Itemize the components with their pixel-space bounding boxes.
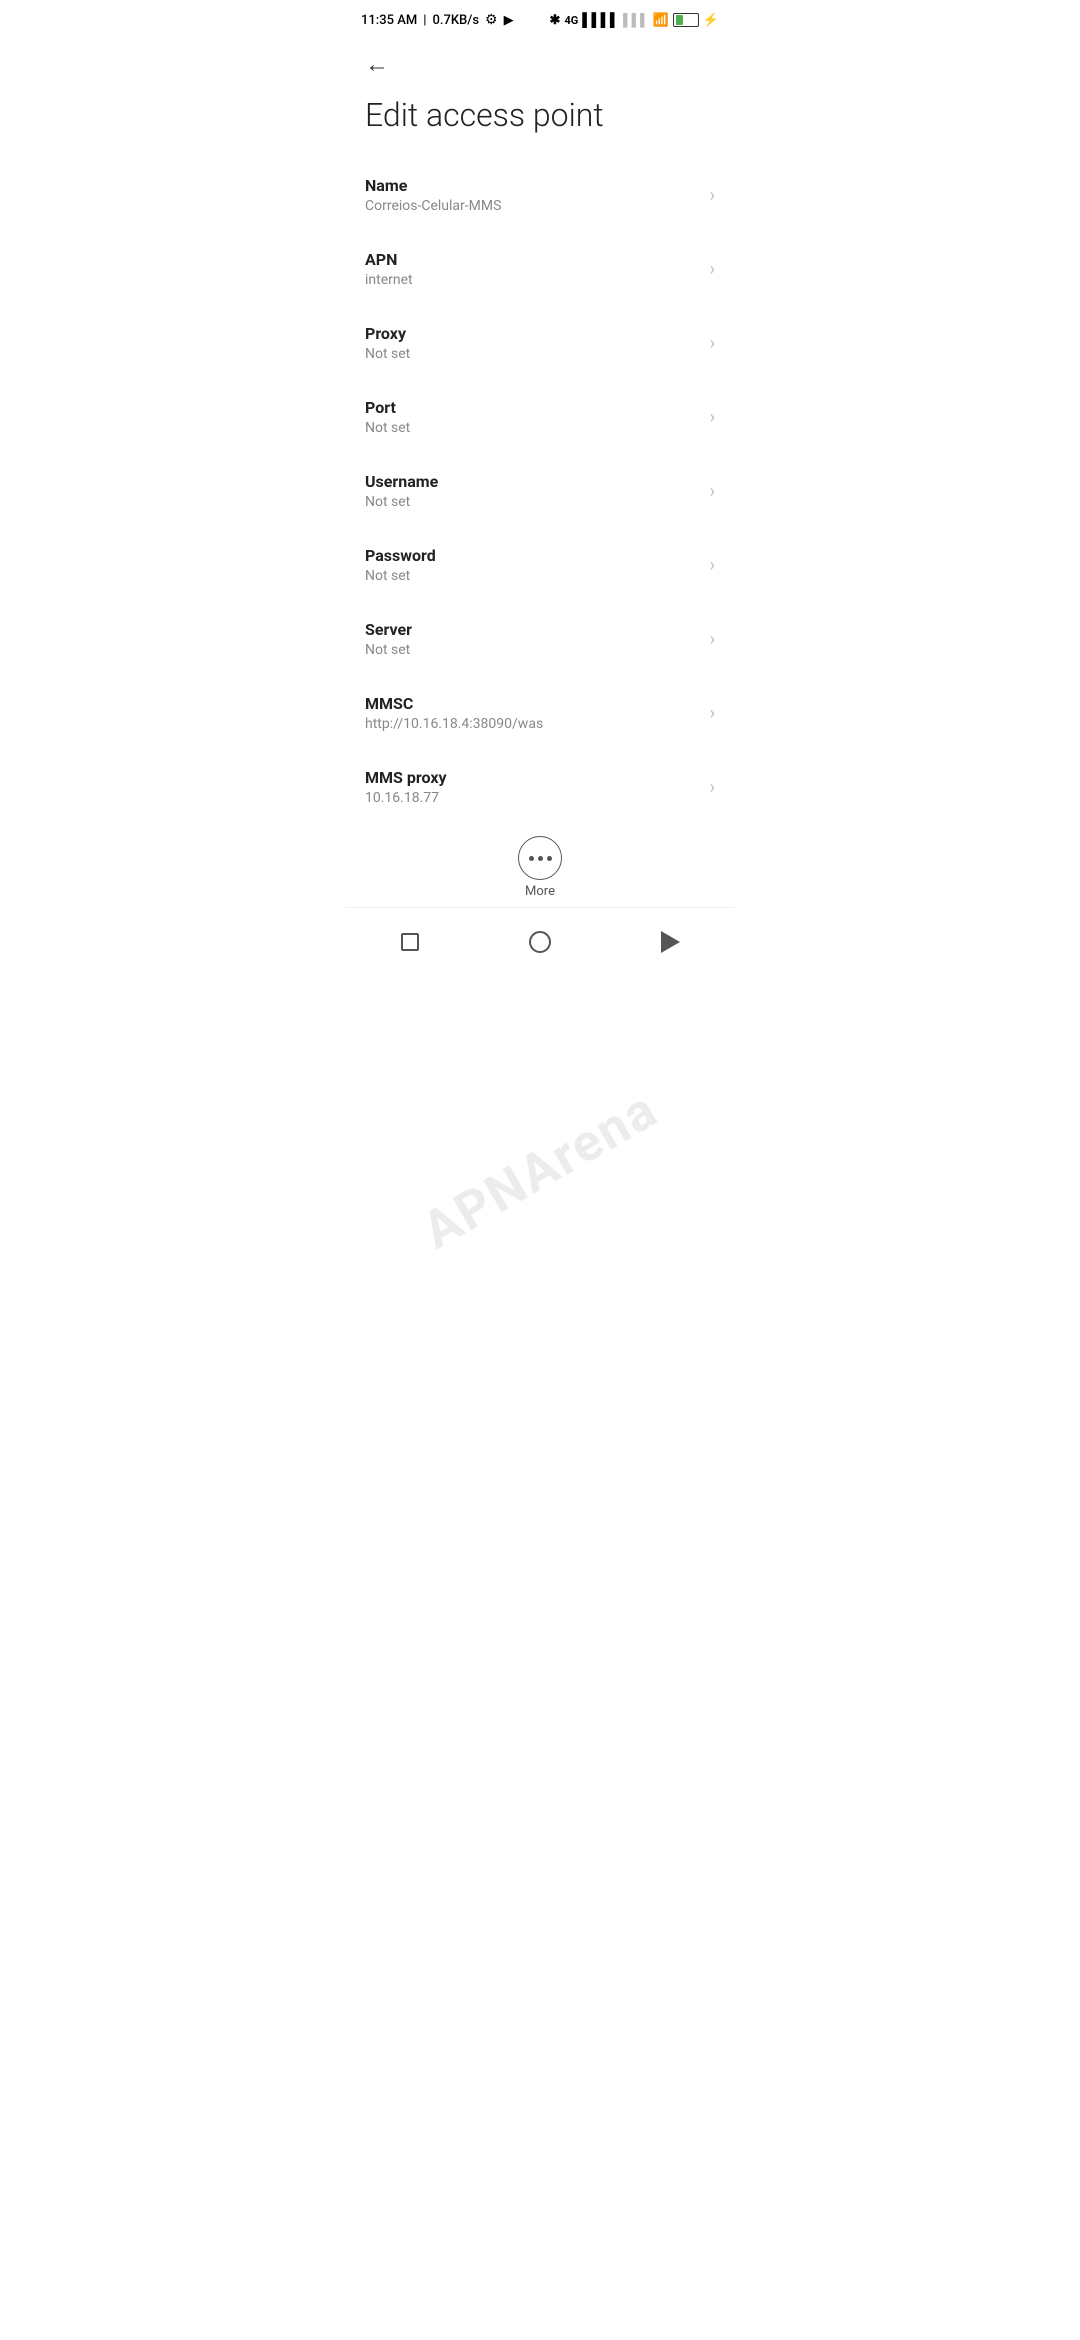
nav-bar [345,907,735,982]
more-circle-icon [518,836,562,880]
settings-item-label-apn: APN [365,250,702,269]
nav-home-button[interactable] [516,918,564,966]
time: 11:35 AM [361,13,417,28]
settings-item-name[interactable]: Name Correios-Celular-MMS › [345,158,735,232]
settings-item-label-proxy: Proxy [365,324,702,343]
home-icon [529,931,551,953]
signal-bars2-icon: ▌▌▌ [623,13,649,27]
settings-item-value-server: Not set [365,642,702,658]
settings-item-content-username: Username Not set [365,472,702,510]
settings-item-value-username: Not set [365,494,702,510]
settings-item-label-name: Name [365,176,702,195]
page-title: Edit access point [345,84,735,158]
settings-item-content-server: Server Not set [365,620,702,658]
settings-item-mmsc[interactable]: MMSC http://10.16.18.4:38090/was › [345,676,735,750]
chevron-icon-username: › [710,481,715,502]
back-icon [661,931,680,953]
settings-item-content-proxy: Proxy Not set [365,324,702,362]
status-right: ✱ 4G ▌▌▌▌ ▌▌▌ 📶 ⚡ [550,12,719,28]
settings-item-value-proxy: Not set [365,346,702,362]
settings-item-label-mmsc: MMSC [365,694,702,713]
status-left: 11:35 AM | 0.7KB/s ⚙ ▶ [361,12,514,28]
settings-item-server[interactable]: Server Not set › [345,602,735,676]
settings-item-proxy[interactable]: Proxy Not set › [345,306,735,380]
chevron-icon-password: › [710,555,715,576]
status-bar: 11:35 AM | 0.7KB/s ⚙ ▶ ✱ 4G ▌▌▌▌ ▌▌▌ 📶 ⚡ [345,0,735,36]
more-button[interactable]: More [345,824,735,907]
wifi-icon: 📶 [653,13,669,28]
settings-item-label-password: Password [365,546,702,565]
chevron-icon-mmsc: › [710,703,715,724]
back-arrow-icon: ← [365,50,389,78]
settings-item-username[interactable]: Username Not set › [345,454,735,528]
chevron-icon-apn: › [710,259,715,280]
settings-item-value-mmsc: http://10.16.18.4:38090/was [365,716,702,732]
settings-list: Name Correios-Celular-MMS › APN internet… [345,158,735,824]
settings-item-content-password: Password Not set [365,546,702,584]
network-speed: 0.7KB/s [432,13,479,28]
settings-item-content-port: Port Not set [365,398,702,436]
chevron-icon-mms-proxy: › [710,777,715,798]
settings-item-mms-proxy[interactable]: MMS proxy 10.16.18.77 › [345,750,735,824]
settings-item-value-name: Correios-Celular-MMS [365,198,702,214]
watermark: APNArena [412,1079,668,1262]
settings-item-label-username: Username [365,472,702,491]
settings-icon: ⚙ [485,12,498,28]
settings-item-content-mmsc: MMSC http://10.16.18.4:38090/was [365,694,702,732]
settings-item-apn[interactable]: APN internet › [345,232,735,306]
settings-item-label-server: Server [365,620,702,639]
signal-bars-icon: ▌▌▌▌ [582,12,619,28]
settings-item-value-apn: internet [365,272,702,288]
recents-icon [401,933,419,951]
settings-item-label-mms-proxy: MMS proxy [365,768,702,787]
settings-item-port[interactable]: Port Not set › [345,380,735,454]
settings-item-value-mms-proxy: 10.16.18.77 [365,790,702,806]
video-icon: ▶ [504,13,514,28]
bluetooth-icon: ✱ [550,13,561,28]
chevron-icon-server: › [710,629,715,650]
more-dots-icon [529,856,552,861]
settings-item-value-port: Not set [365,420,702,436]
signal-4g-icon: 4G [564,14,578,27]
chevron-icon-proxy: › [710,333,715,354]
chevron-icon-port: › [710,407,715,428]
chevron-icon-name: › [710,185,715,206]
charging-icon: ⚡ [703,13,719,28]
back-button[interactable]: ← [345,36,735,84]
settings-item-label-port: Port [365,398,702,417]
nav-back-button[interactable] [646,918,694,966]
settings-item-password[interactable]: Password Not set › [345,528,735,602]
settings-item-content-mms-proxy: MMS proxy 10.16.18.77 [365,768,702,806]
more-label: More [525,884,555,899]
separator: | [423,13,426,28]
nav-recents-button[interactable] [386,918,434,966]
settings-item-content-apn: APN internet [365,250,702,288]
settings-item-content-name: Name Correios-Celular-MMS [365,176,702,214]
battery-icon [673,13,699,27]
settings-item-value-password: Not set [365,568,702,584]
